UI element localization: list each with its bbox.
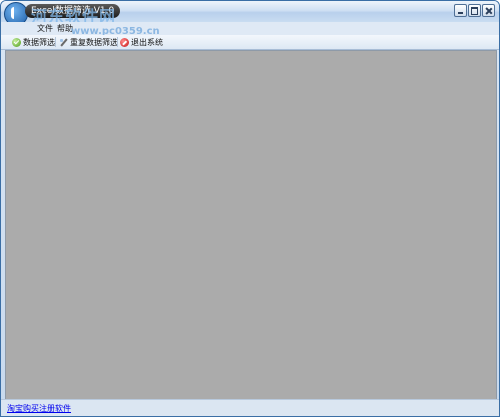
app-window: Excel数据筛选 V1.0 河东软件网 文件 帮助 www.pc0359.cn…: [0, 0, 500, 417]
broom-icon: [59, 38, 68, 47]
close-button[interactable]: [482, 4, 495, 17]
toolbar-separator: [117, 37, 118, 47]
toolbar-separator: [55, 37, 56, 47]
reset-duplicates-button[interactable]: 重复数据筛选: [59, 35, 118, 49]
exit-button-label: 退出系统: [131, 37, 163, 47]
check-circle-icon: [12, 37, 21, 47]
buy-register-link[interactable]: 淘宝购买注册软件: [7, 403, 71, 414]
exit-button[interactable]: 退出系统: [120, 35, 163, 49]
menu-file[interactable]: 文件: [37, 22, 53, 35]
menu-bar: 文件 帮助: [1, 22, 499, 35]
stop-circle-icon: [120, 37, 129, 47]
status-bar: 淘宝购买注册软件: [1, 399, 499, 416]
window-controls: [454, 4, 495, 17]
menu-help[interactable]: 帮助: [57, 22, 73, 35]
title-bar[interactable]: Excel数据筛选 V1.0 河东软件网: [1, 1, 499, 26]
filter-button[interactable]: 数据筛选: [12, 35, 55, 49]
mdi-client-area: [5, 50, 497, 401]
toolbar: 数据筛选 重复数据筛选 退出系统: [1, 35, 499, 50]
minimize-button[interactable]: [454, 4, 467, 17]
filter-button-label: 数据筛选: [23, 37, 55, 47]
maximize-button[interactable]: [468, 4, 481, 17]
window-title: Excel数据筛选 V1.0: [25, 4, 121, 18]
reset-duplicates-label: 重复数据筛选: [70, 37, 118, 47]
